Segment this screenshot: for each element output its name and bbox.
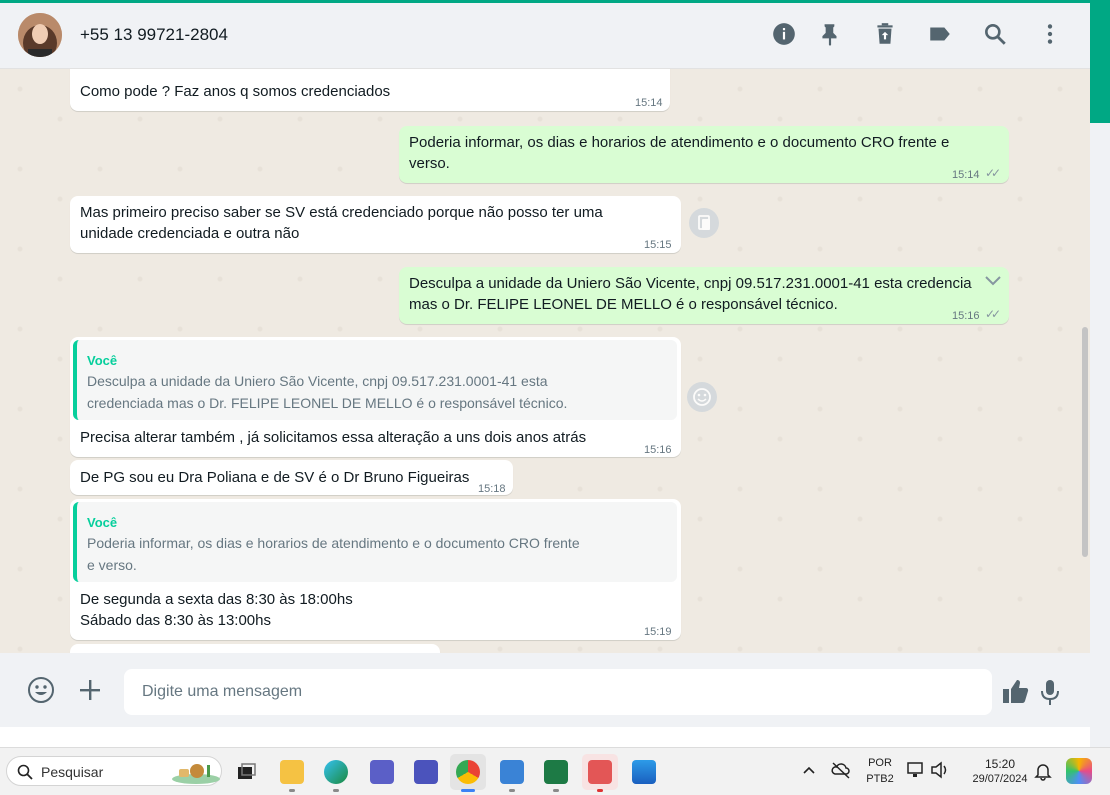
chat-scrollbar[interactable] (1082, 327, 1088, 557)
search-icon (17, 764, 33, 780)
teams-new-icon[interactable] (408, 754, 444, 790)
quote-text-line: Desculpa a unidade da Uniero São Vicente… (87, 373, 548, 389)
emoji-icon[interactable] (26, 675, 56, 705)
message-incoming-partial[interactable] (70, 644, 440, 653)
message-outgoing[interactable]: Desculpa a unidade da Uniero São Vicente… (399, 267, 1009, 324)
delete-icon[interactable] (872, 21, 898, 47)
language-indicator-top[interactable]: POR (862, 757, 898, 769)
quoted-message[interactable]: Você Poderia informar, os dias e horario… (73, 502, 677, 582)
chat-header: +55 13 99721-2804 (0, 3, 1090, 69)
message-text-line: Sábado das 8:30 às 13:00hs (80, 612, 271, 629)
contact-name[interactable]: +55 13 99721-2804 (80, 25, 228, 45)
label-icon[interactable] (927, 21, 953, 47)
info-icon[interactable] (771, 21, 797, 47)
quote-author: Você (87, 353, 118, 368)
message-text: Como pode ? Faz anos q somos credenciado… (80, 83, 391, 100)
attach-plus-icon[interactable] (75, 675, 105, 705)
message-time: 15:14 (952, 169, 980, 181)
message-outgoing[interactable]: Poderia informar, os dias e horarios de … (399, 126, 1009, 183)
copy-icon[interactable] (689, 208, 719, 238)
thumbs-up-icon[interactable] (1000, 677, 1030, 707)
message-incoming[interactable]: Como pode ? Faz anos q somos credenciado… (70, 69, 670, 111)
message-input[interactable] (124, 669, 992, 715)
search-highlight-icon (172, 764, 220, 784)
chevron-down-icon[interactable] (984, 273, 1002, 294)
message-text-line: verso. (409, 155, 450, 172)
message-incoming[interactable]: Mas primeiro preciso saber se SV está cr… (70, 196, 681, 253)
windows-taskbar: Pesquisar POR PTB2 15:20 29/07/2024 (0, 747, 1110, 795)
excel-icon[interactable] (538, 754, 574, 792)
search-icon[interactable] (982, 21, 1008, 47)
message-incoming-reply[interactable]: Você Poderia informar, os dias e horario… (70, 499, 681, 640)
microphone-icon[interactable] (1036, 677, 1066, 707)
file-explorer-icon[interactable] (274, 754, 310, 792)
message-time: 15:16 (644, 444, 672, 456)
message-time: 15:19 (644, 626, 672, 638)
message-text: De PG sou eu Dra Poliana e de SV é o Dr … (80, 469, 470, 486)
message-text-line: unidade credenciada e outra não (80, 225, 300, 242)
quote-author: Você (87, 515, 118, 530)
snipping-tool-icon[interactable] (582, 754, 618, 792)
network-icon[interactable] (906, 761, 926, 784)
onedrive-offline-icon[interactable] (831, 761, 851, 784)
message-time: 15:14 (635, 97, 663, 109)
pin-icon[interactable] (817, 21, 843, 47)
window-edge (1090, 3, 1110, 747)
language-indicator-bottom[interactable]: PTB2 (862, 773, 898, 785)
notification-bell-icon[interactable] (1034, 761, 1052, 786)
window-gap (0, 727, 1090, 747)
message-text-line: mas o Dr. FELIPE LEONEL DE MELLO é o res… (409, 296, 838, 313)
message-text-line: Desculpa a unidade da Uniero São Vicente… (409, 275, 972, 292)
contact-avatar[interactable] (18, 13, 62, 57)
show-hidden-icons-chevron-icon[interactable] (801, 762, 817, 783)
message-text: Precisa alterar também , já solicitamos … (80, 429, 587, 446)
message-time: 15:16 (952, 310, 980, 322)
task-view-button[interactable] (228, 754, 264, 790)
photos-icon[interactable] (626, 754, 662, 790)
message-time: 15:18 (478, 483, 506, 495)
message-composer (0, 653, 1090, 727)
taskbar-search[interactable]: Pesquisar (6, 756, 222, 786)
quote-text-line: Poderia informar, os dias e horarios de … (87, 535, 580, 551)
copilot-icon[interactable] (1066, 758, 1092, 784)
emoji-reaction-icon[interactable] (687, 382, 717, 412)
double-check-icon: ✓✓ (985, 307, 1001, 321)
message-incoming[interactable]: De PG sou eu Dra Poliana e de SV é o Dr … (70, 460, 513, 495)
message-text-line: Mas primeiro preciso saber se SV está cr… (80, 204, 603, 221)
double-check-icon: ✓✓ (985, 166, 1001, 180)
quote-text-line: e verso. (87, 557, 137, 573)
chrome-browser-icon[interactable] (450, 754, 486, 792)
message-text-line: De segunda a sexta das 8:30 às 18:00hs (80, 591, 353, 608)
clock-time[interactable]: 15:20 (960, 757, 1040, 771)
quoted-message[interactable]: Você Desculpa a unidade da Uniero São Vi… (73, 340, 677, 420)
taskbar-search-label: Pesquisar (41, 764, 104, 780)
edge-browser-icon[interactable] (318, 754, 354, 792)
message-text-line: Poderia informar, os dias e horarios de … (409, 134, 950, 151)
clock-date[interactable]: 29/07/2024 (960, 773, 1040, 785)
volume-icon[interactable] (930, 761, 950, 784)
quote-text-line: credenciada mas o Dr. FELIPE LEONEL DE M… (87, 395, 568, 411)
message-time: 15:15 (644, 239, 672, 251)
message-incoming-reply[interactable]: Você Desculpa a unidade da Uniero São Vi… (70, 337, 681, 457)
chat-panel[interactable]: Como pode ? Faz anos q somos credenciado… (0, 69, 1090, 653)
more-icon[interactable] (1037, 21, 1063, 47)
teams-personal-icon[interactable] (364, 754, 400, 790)
notepad-icon[interactable] (494, 754, 530, 792)
